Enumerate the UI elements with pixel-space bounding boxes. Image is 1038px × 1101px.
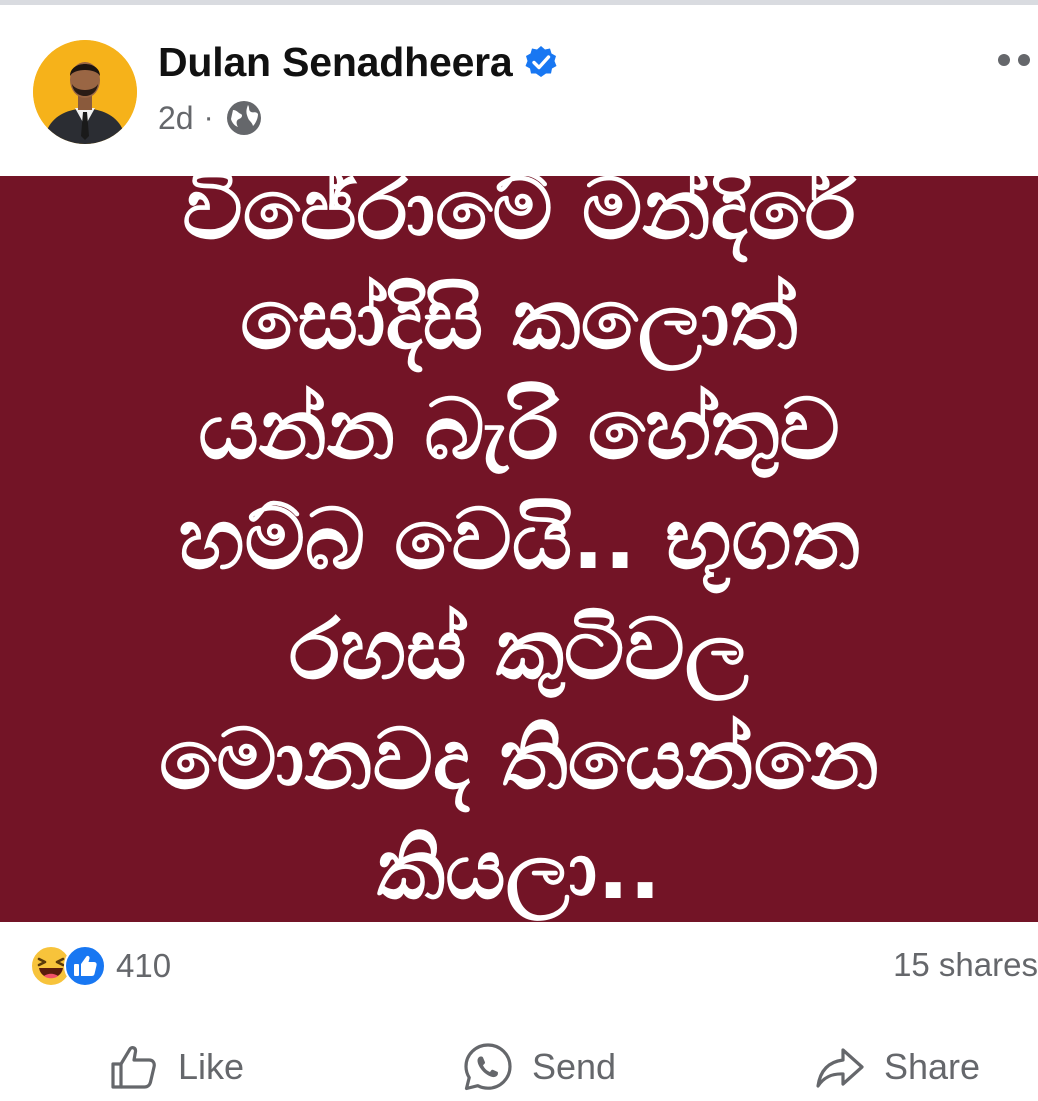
share-button[interactable]: Share [814, 1036, 980, 1098]
more-dot-icon [1018, 54, 1030, 66]
more-dot-icon [998, 54, 1010, 66]
avatar[interactable] [33, 40, 137, 144]
profile-photo [33, 40, 137, 144]
verified-badge-icon [525, 46, 557, 77]
top-divider [0, 0, 1038, 5]
globe-icon[interactable] [224, 98, 264, 138]
thumbs-up-icon [111, 1046, 156, 1089]
send-label: Send [532, 1046, 617, 1087]
post-text: විජේරාමේ මන්දිරේ සෝදිසි කලොත් යන්න බැරි … [159, 176, 879, 918]
share-label: Share [884, 1046, 981, 1087]
whatsapp-icon [464, 1043, 512, 1091]
shares-count[interactable]: 15 shares [893, 946, 1038, 984]
like-label: Like [178, 1046, 245, 1087]
post-author: Dulan Senadheera [158, 38, 559, 86]
meta-separator: · [203, 101, 214, 134]
author-name[interactable]: Dulan Senadheera [158, 39, 513, 86]
post-text-background[interactable]: විජේරාමේ මන්දිරේ සෝදිසි කලොත් යන්න බැරි … [0, 176, 1038, 922]
post-timestamp[interactable]: 2d [158, 100, 194, 137]
like-reaction-icon [64, 945, 106, 987]
like-button[interactable]: Like [108, 1036, 244, 1098]
send-button[interactable]: Send [462, 1036, 616, 1098]
post-meta: 2d · [158, 96, 264, 140]
reactions-summary[interactable]: 410 [30, 944, 171, 988]
post-action-bar: Like Send Share [0, 1036, 1038, 1098]
more-options-button[interactable] [998, 50, 1038, 70]
reaction-count: 410 [116, 947, 172, 984]
share-arrow-icon [816, 1048, 864, 1088]
